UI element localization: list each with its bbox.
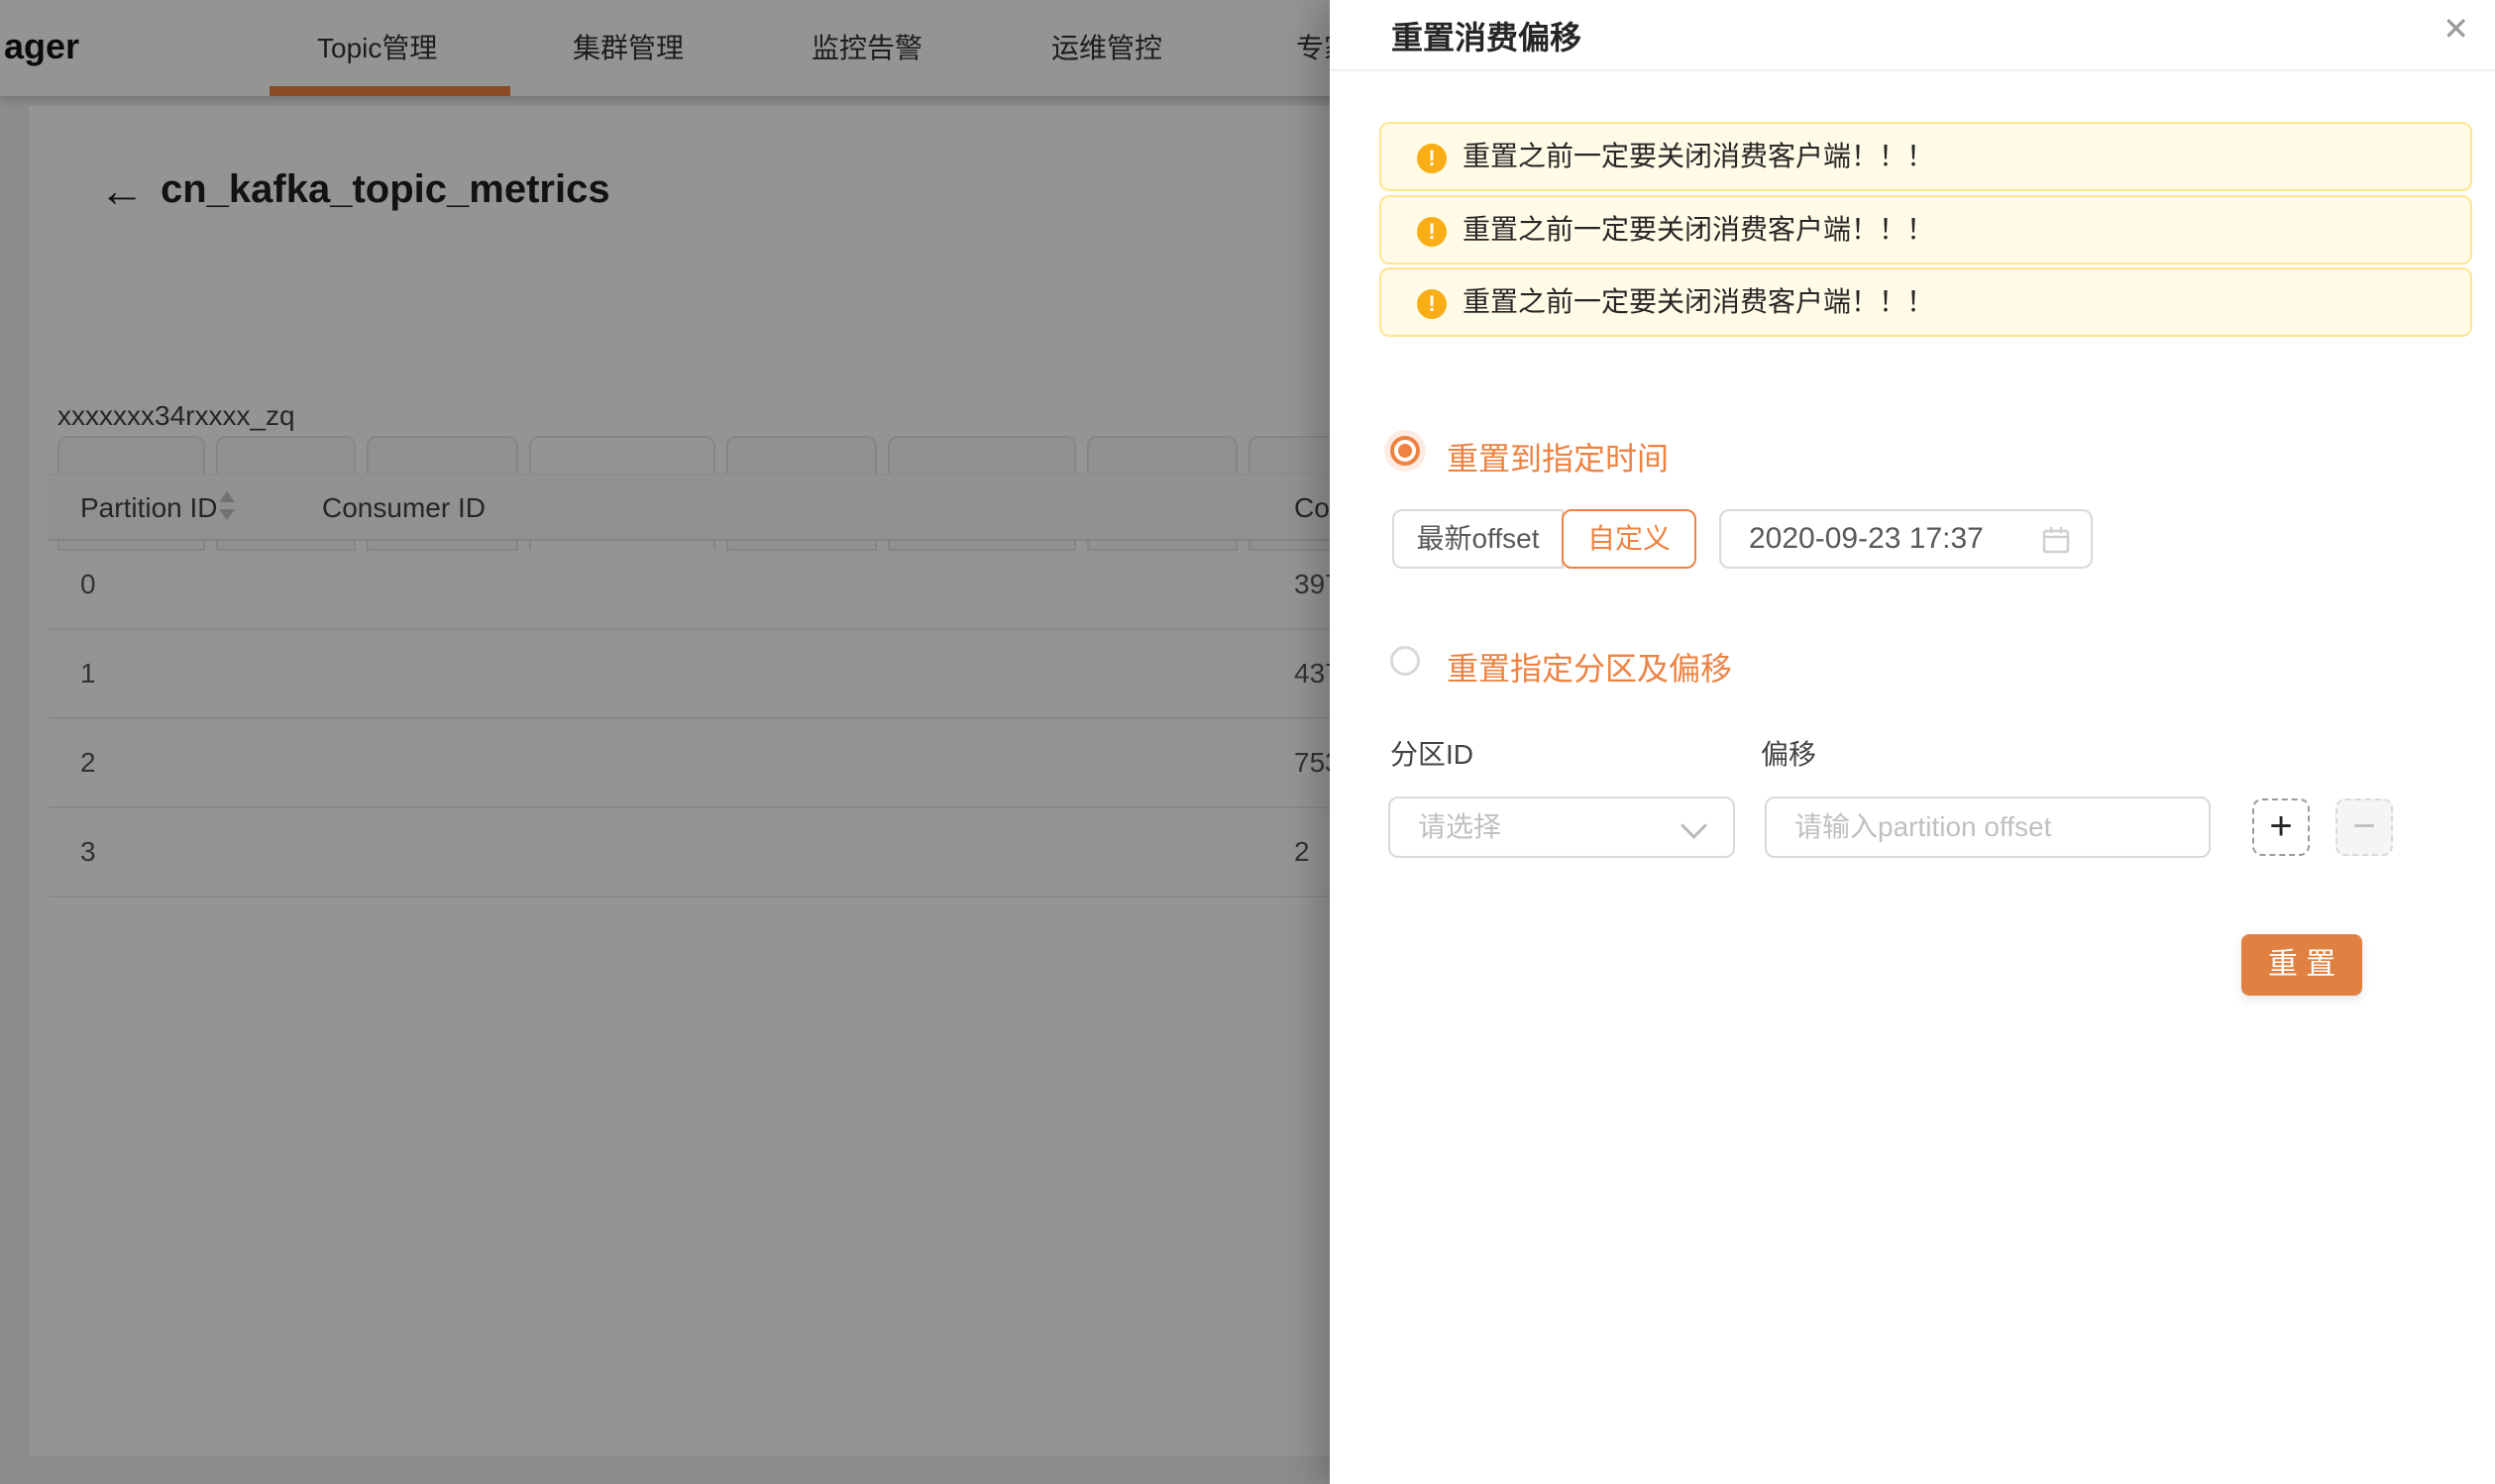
radio-reset-to-time[interactable] bbox=[1390, 436, 1420, 466]
reset-offset-drawer: 重置消费偏移 ✕ ! 重置之前一定要关闭消费客户端！！！ ! 重置之前一定要关闭… bbox=[1330, 0, 2495, 1484]
radio-reset-partition[interactable] bbox=[1390, 646, 1420, 676]
alert-text: 重置之前一定要关闭消费客户端！！！ bbox=[1463, 124, 1934, 189]
latest-offset-button[interactable]: 最新offset bbox=[1392, 509, 1564, 569]
add-row-button[interactable]: + bbox=[2252, 798, 2310, 856]
warning-alert: ! 重置之前一定要关闭消费客户端！！！ bbox=[1379, 122, 2472, 191]
chevron-down-icon bbox=[1681, 812, 1707, 839]
reset-submit-button[interactable]: 重 置 bbox=[2241, 934, 2362, 996]
remove-row-button[interactable]: − bbox=[2335, 798, 2393, 856]
minus-icon: − bbox=[2352, 804, 2375, 848]
radio-reset-partition-label[interactable]: 重置指定分区及偏移 bbox=[1447, 644, 1732, 689]
partition-select-placeholder: 请选择 bbox=[1418, 798, 1501, 856]
drawer-header: 重置消费偏移 ✕ bbox=[1330, 0, 2495, 71]
warning-icon: ! bbox=[1417, 289, 1447, 319]
offset-label: 偏移 bbox=[1761, 733, 1816, 773]
radio-reset-to-time-label[interactable]: 重置到指定时间 bbox=[1447, 434, 1669, 479]
calendar-icon bbox=[2041, 525, 2071, 555]
warning-alert: ! 重置之前一定要关闭消费客户端！！！ bbox=[1379, 195, 2472, 265]
datetime-picker[interactable]: 2020-09-23 17:37 bbox=[1719, 509, 2093, 569]
datetime-value: 2020-09-23 17:37 bbox=[1749, 511, 1984, 567]
drawer-title: 重置消费偏移 bbox=[1391, 13, 1581, 58]
offset-input[interactable] bbox=[1765, 796, 2211, 858]
partition-select[interactable]: 请选择 bbox=[1388, 796, 1735, 858]
alert-text: 重置之前一定要关闭消费客户端！！！ bbox=[1463, 197, 1934, 263]
warning-icon: ! bbox=[1417, 144, 1447, 173]
warning-icon: ! bbox=[1417, 217, 1447, 247]
warning-alert: ! 重置之前一定要关闭消费客户端！！！ bbox=[1379, 267, 2472, 337]
custom-offset-button[interactable]: 自定义 bbox=[1562, 509, 1696, 569]
close-icon[interactable]: ✕ bbox=[2442, 10, 2469, 48]
partition-id-label: 分区ID bbox=[1390, 733, 1473, 773]
alert-text: 重置之前一定要关闭消费客户端！！！ bbox=[1463, 269, 1934, 335]
plus-icon: + bbox=[2269, 804, 2292, 848]
screen: ager Topic管理 集群管理 监控告警 运维管控 专家服务 ← cn_ka… bbox=[0, 0, 2495, 1484]
